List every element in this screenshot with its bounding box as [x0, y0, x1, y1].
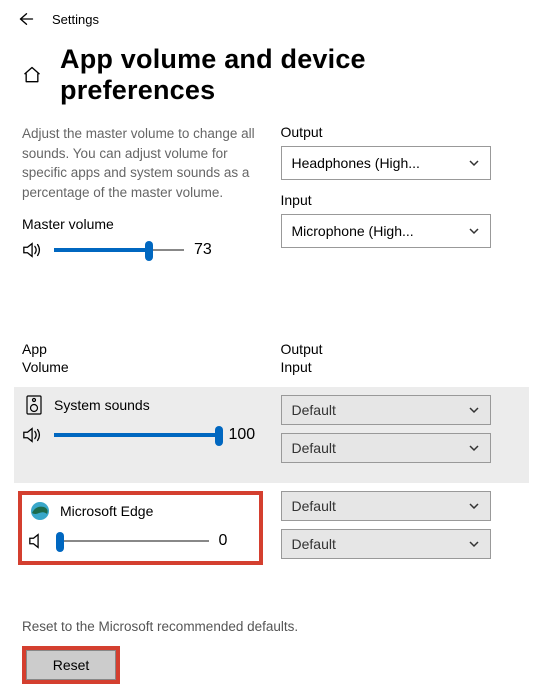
app-volume-value: 0 [219, 532, 253, 550]
input-label: Input [281, 192, 522, 208]
speaker-icon[interactable] [22, 241, 44, 259]
column-header-volume: Volume [22, 358, 263, 376]
home-icon[interactable] [22, 65, 42, 85]
back-icon[interactable] [16, 10, 34, 28]
app-name: System sounds [54, 397, 150, 413]
highlight-box: Microsoft Edge 0 [18, 491, 263, 565]
app-output-dropdown[interactable]: Default [281, 395, 491, 425]
speaker-muted-icon[interactable] [28, 532, 50, 550]
app-output-value: Default [292, 402, 336, 418]
output-label: Output [281, 124, 522, 140]
input-device-value: Microphone (High... [292, 223, 414, 239]
edge-icon [30, 501, 50, 521]
app-output-value: Default [292, 498, 336, 514]
app-volume-slider[interactable] [60, 531, 209, 551]
app-input-value: Default [292, 440, 336, 456]
column-header-app: App [22, 340, 263, 358]
description-text: Adjust the master volume to change all s… [22, 124, 263, 202]
input-device-dropdown[interactable]: Microphone (High... [281, 214, 491, 248]
system-sounds-icon [24, 395, 44, 415]
speaker-icon[interactable] [22, 426, 44, 444]
master-volume-label: Master volume [22, 216, 263, 232]
reset-description: Reset to the Microsoft recommended defau… [22, 619, 521, 634]
master-volume-slider[interactable] [54, 240, 184, 260]
chevron-down-icon [468, 538, 480, 550]
chevron-down-icon [468, 225, 480, 237]
master-volume-value: 73 [194, 241, 228, 259]
app-input-dropdown[interactable]: Default [281, 433, 491, 463]
output-device-value: Headphones (High... [292, 155, 420, 171]
column-header-output: Output [281, 340, 522, 358]
app-volume-slider[interactable] [54, 425, 219, 445]
chevron-down-icon [468, 157, 480, 169]
column-header-input: Input [281, 358, 522, 376]
chevron-down-icon [468, 500, 480, 512]
highlight-box: Reset [22, 646, 120, 684]
app-input-value: Default [292, 536, 336, 552]
app-row-system-sounds: System sounds 100 Default [14, 387, 529, 483]
app-input-dropdown[interactable]: Default [281, 529, 491, 559]
reset-button[interactable]: Reset [26, 650, 116, 680]
app-output-dropdown[interactable]: Default [281, 491, 491, 521]
app-name: Microsoft Edge [60, 503, 153, 519]
output-device-dropdown[interactable]: Headphones (High... [281, 146, 491, 180]
chevron-down-icon [468, 404, 480, 416]
app-row-microsoft-edge: Microsoft Edge 0 [14, 483, 529, 579]
app-volume-value: 100 [229, 426, 263, 444]
page-title: App volume and device preferences [60, 44, 521, 106]
chevron-down-icon [468, 442, 480, 454]
settings-label: Settings [52, 12, 99, 27]
